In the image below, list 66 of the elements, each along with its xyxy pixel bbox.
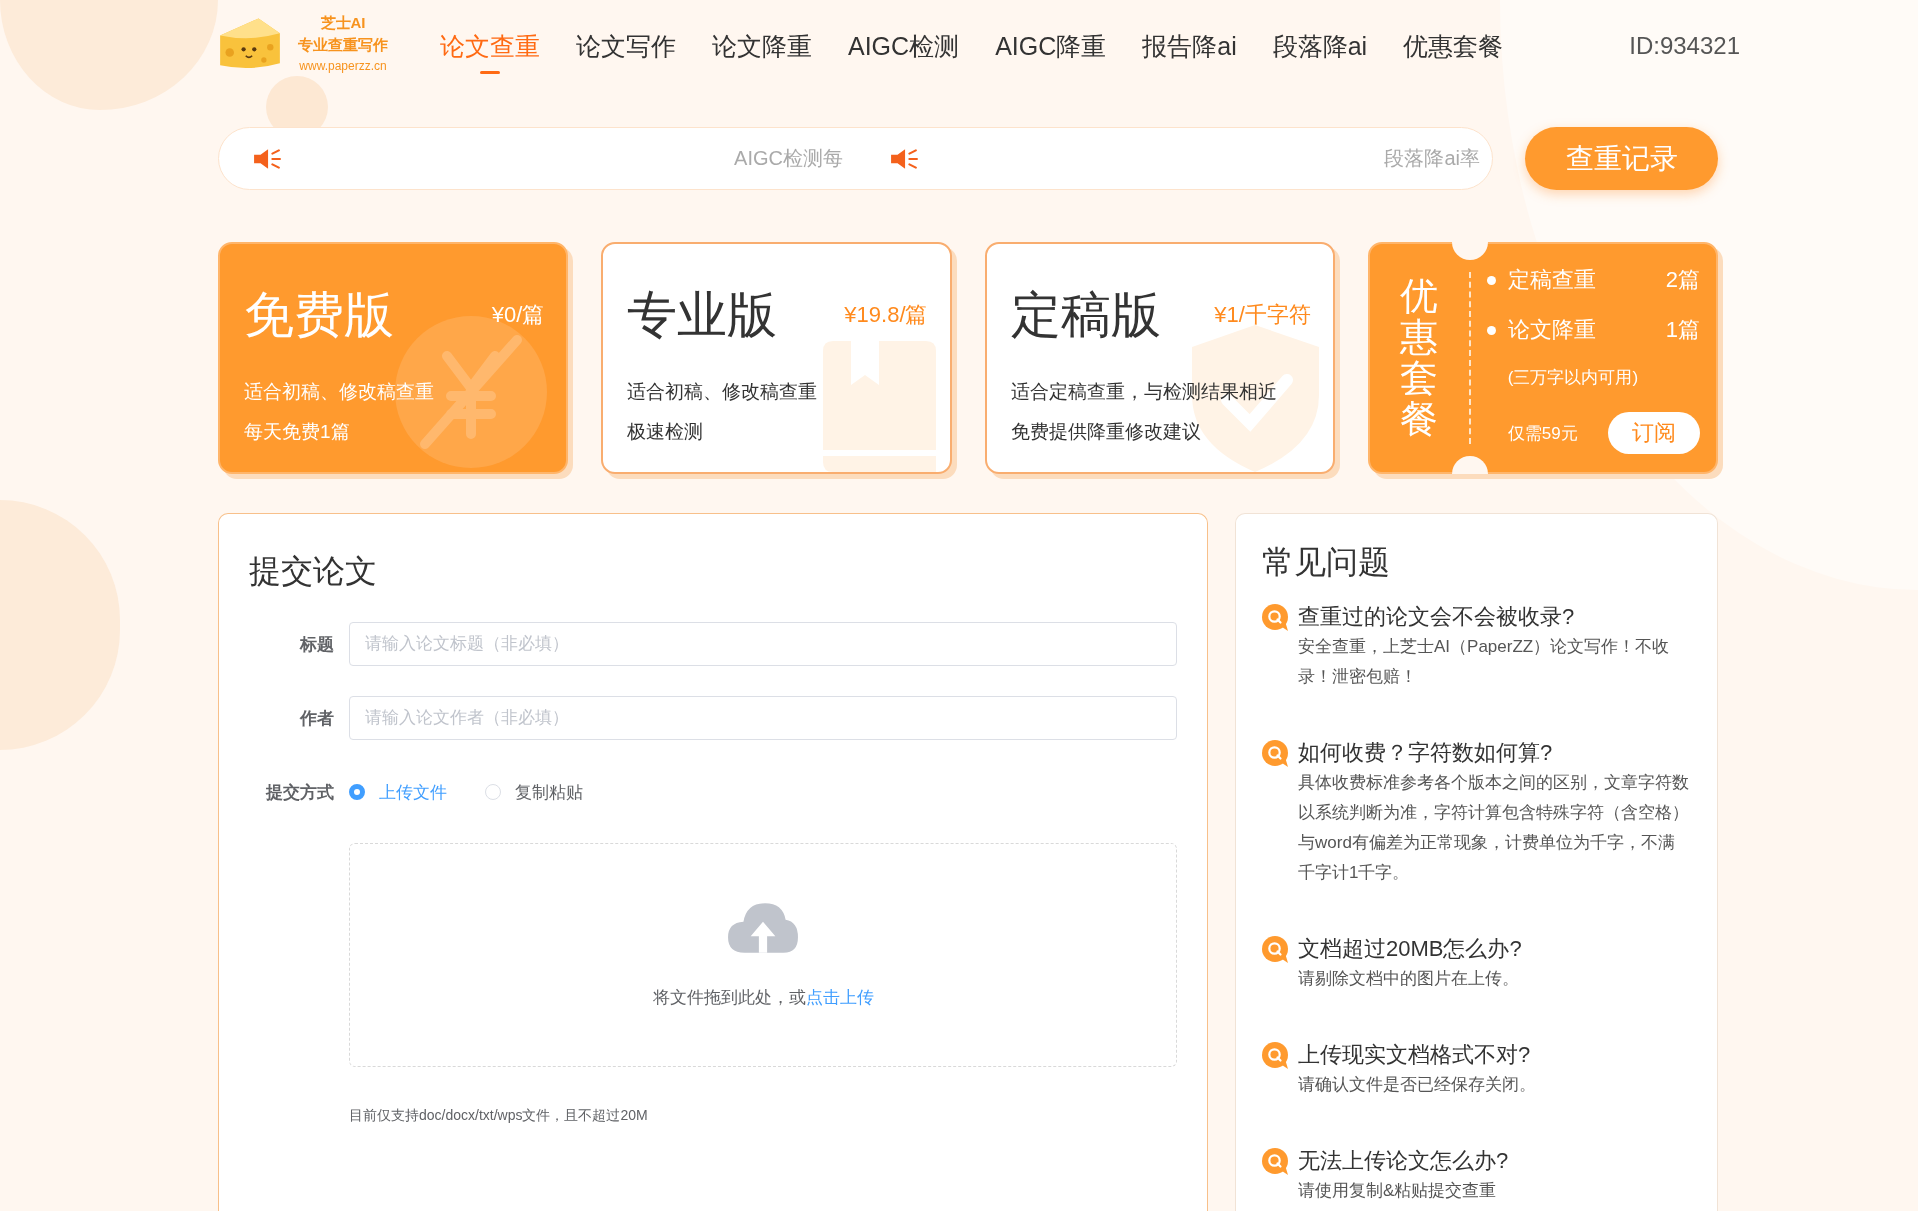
book-icon [822,341,936,472]
faq-question[interactable]: 查重过的论文会不会被收录? [1298,602,1575,632]
logo-name: 芝士AI [320,13,366,33]
plan-title: 专业版 [627,286,778,345]
panel-title: 提交论文 [249,552,377,591]
logo-url: www.paperzz.cn [299,58,387,75]
bullet-icon [1486,275,1496,285]
cloud-upload-icon [727,901,799,955]
plan-feature: 极速检测 [627,420,704,444]
radio-option[interactable]: 复制粘贴 [485,780,583,804]
ticket-notch [1451,242,1488,260]
plan-feature: 适合定稿查重，与检测结果相近 [1010,380,1277,404]
input-field[interactable]: 请输入论文作者（非必填） [349,696,1177,740]
faq-answer: 具体收费标准参考各个版本之间的区别，文章字符数以系统判断为准，字符计算包含特殊字符（含空格）与word有偏差为正常现象，计费单位为千字，不满千字计1千字。 [1298,772,1690,884]
bundle-item-name: 论文降重 [1507,316,1597,344]
ticket-notch [1451,456,1488,474]
question-bubble-icon [1262,1042,1288,1069]
field-label: 标题 [298,633,335,656]
nav-tab[interactable]: 优惠套餐 [1403,31,1504,74]
bundle-item-count: 1篇 [1665,316,1700,344]
notice-text: 段落降ai率 [1384,146,1480,171]
plan-feature: 每天免费1篇 [244,420,350,444]
notice-text: AIGC检测每 [734,146,843,171]
faq-question[interactable]: 如何收费？字符数如何算? [1298,738,1553,768]
bundle-price: 仅需59元 [1507,422,1578,445]
plan-price: ¥1/千字符 [1214,301,1311,329]
faq-answer: 请确认文件是否已经保存关闭。 [1298,1074,1536,1096]
panel-title: 常见问题 [1262,543,1390,582]
bundle-item-count: 2篇 [1665,266,1700,294]
faq-answer: 安全查重，上芝士AI（PaperZZ）论文写作！不收录！泄密包赔！ [1298,636,1671,688]
nav-tab[interactable]: 段落降ai [1272,31,1368,74]
bundle-note: (三万字以内可用) [1507,367,1639,389]
plan-feature: 适合初稿、修改稿查重 [244,380,434,404]
speaker-icon [890,147,918,170]
plan-feature: 免费提供降重修改建议 [1010,420,1201,444]
speaker-icon [253,147,281,170]
plan-price: ¥0/篇 [491,301,545,329]
faq-answer: 请使用复制&粘贴提交查重 [1298,1180,1497,1202]
user-id: ID:934321 [1629,31,1740,61]
nav-tab[interactable]: 论文降重 [712,31,812,74]
bundle-title: 优惠套餐 [1400,275,1439,441]
upload-instruction: 将文件拖到此处，或点击上传 [652,987,874,1009]
plan-title: 免费版 [244,286,394,345]
field-label: 作者 [298,707,335,730]
upload-hint: 目前仅支持doc/docx/txt/wps文件，且不超过20M [349,1107,648,1125]
plan-price: ¥19.8/篇 [844,301,928,329]
question-bubble-icon [1262,936,1288,963]
plan-title: 定稿版 [1010,286,1161,345]
field-label: 提交方式 [264,781,335,804]
logo-tagline: 专业查重写作 [298,35,388,55]
bullet-icon [1486,325,1496,335]
question-bubble-icon [1262,740,1288,767]
question-bubble-icon [1262,604,1288,631]
nav-tab[interactable]: 论文写作 [576,31,676,74]
faq-question[interactable]: 无法上传论文怎么办? [1298,1146,1509,1176]
nav-tab[interactable]: AIGC降重 [995,31,1107,74]
bundle-item-name: 定稿查重 [1507,266,1597,294]
faq-answer: 请剔除文档中的图片在上传。 [1298,968,1519,990]
faq-question[interactable]: 上传现实文档格式不对? [1298,1040,1531,1070]
nav-tab[interactable]: AIGC检测 [848,31,960,74]
faq-question[interactable]: 文档超过20MB怎么办? [1298,934,1522,964]
input-field[interactable]: 请输入论文标题（非必填） [349,622,1177,666]
upload-drop-zone[interactable]: 将文件拖到此处，或点击上传 [349,843,1177,1067]
nav-tab[interactable]: 报告降ai [1142,31,1237,74]
plan-feature: 适合初稿、修改稿查重 [627,380,818,404]
question-bubble-icon [1262,1148,1288,1175]
